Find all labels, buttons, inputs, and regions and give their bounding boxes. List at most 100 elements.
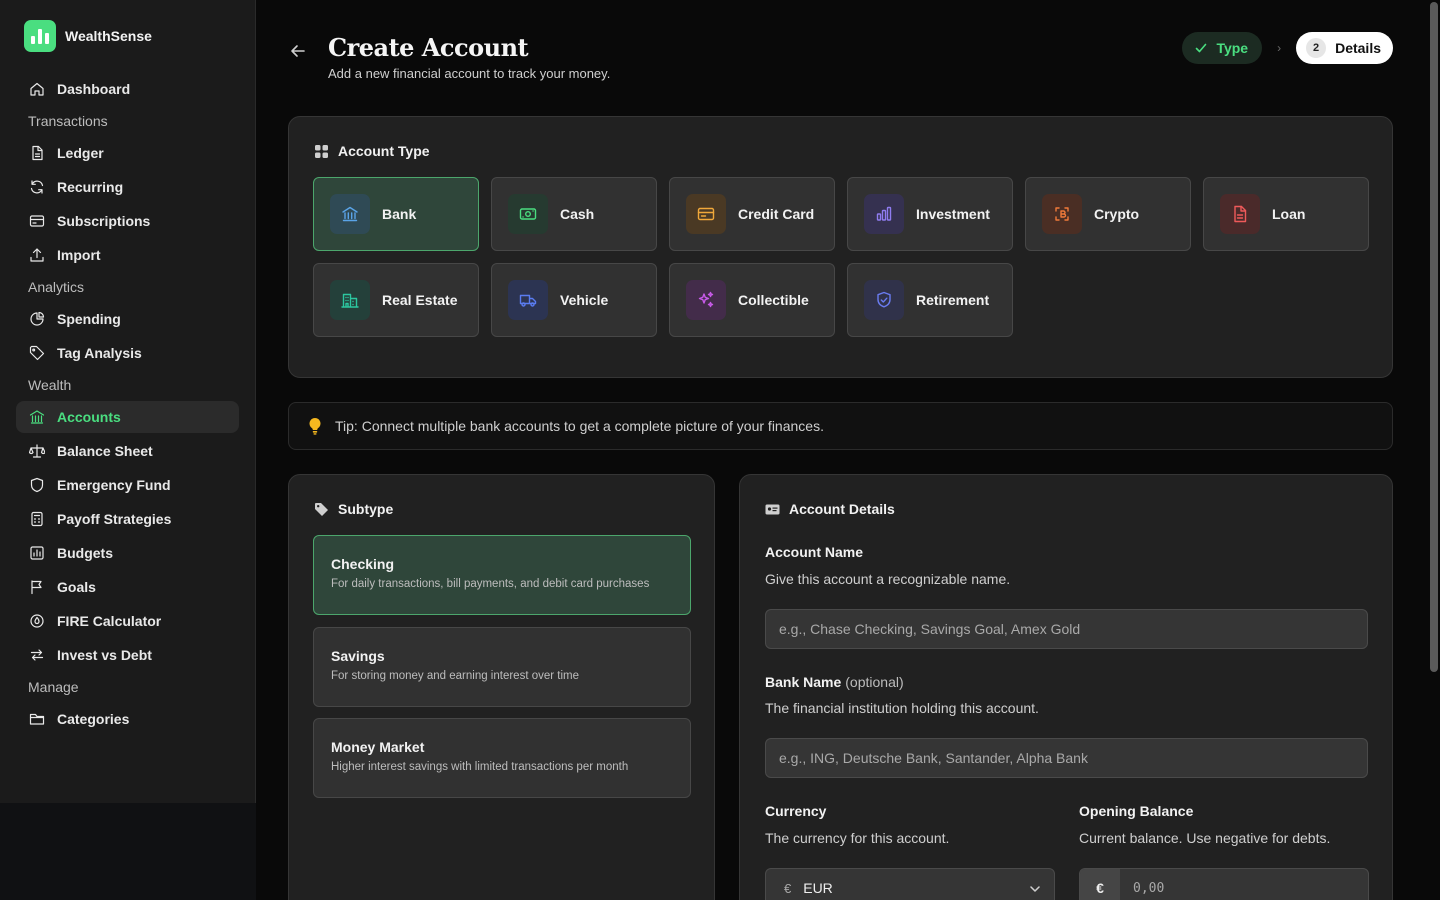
sidebar-item-subscriptions[interactable]: Subscriptions (16, 205, 239, 237)
sparkles-icon (698, 291, 714, 308)
app-name: WealthSense (65, 28, 152, 44)
account-type-label: Crypto (1094, 206, 1140, 222)
sidebar-item-payoff-strategies[interactable]: Payoff Strategies (16, 503, 239, 535)
nav-section-transactions: Transactions (28, 113, 108, 129)
sidebar-item-label: FIRE Calculator (57, 613, 162, 629)
step-details[interactable]: 2 Details (1296, 32, 1393, 64)
subtype-name: Savings (331, 648, 385, 664)
logo-icon (24, 20, 56, 52)
currency-help: The currency for this account. (765, 830, 950, 846)
step-number: 2 (1306, 38, 1327, 58)
sidebar-item-categories[interactable]: Categories (16, 703, 239, 735)
sidebar-item-label: Goals (57, 579, 96, 595)
account-type-icon-bg (864, 194, 904, 234)
sidebar-item-label: Ledger (57, 145, 104, 161)
account-type-real-estate[interactable]: Real Estate (313, 263, 479, 337)
subtype-option-savings[interactable]: Savings For storing money and earning int… (313, 627, 691, 707)
sidebar-item-emergency-fund[interactable]: Emergency Fund (16, 469, 239, 501)
currency-select[interactable]: € EUR (765, 868, 1055, 900)
sidebar-item-invest-vs-debt[interactable]: Invest vs Debt (16, 639, 239, 671)
credit-card-icon (697, 207, 715, 221)
card-icon (29, 215, 45, 227)
arrows-icon (30, 649, 44, 661)
truck-icon (519, 294, 537, 307)
subtype-heading: Subtype (314, 501, 393, 517)
sidebar-item-fire-calculator[interactable]: FIRE Calculator (16, 605, 239, 637)
calculator-icon (31, 511, 43, 527)
flag-icon (31, 580, 42, 595)
account-type-icon-bg (508, 280, 548, 320)
subtype-title: Subtype (338, 501, 394, 517)
brand[interactable]: WealthSense (24, 20, 152, 52)
bank-icon (29, 410, 45, 424)
account-type-credit-card[interactable]: Credit Card (669, 177, 835, 251)
sidebar-item-tag-analysis[interactable]: Tag Analysis (16, 337, 239, 369)
sidebar-item-label: Recurring (57, 179, 124, 195)
subtype-option-money-market[interactable]: Money Market Higher interest savings with… (313, 718, 691, 798)
opening-balance-input[interactable] (1120, 869, 1368, 900)
lightbulb-icon (309, 417, 321, 435)
pie-icon (30, 311, 45, 326)
account-details-heading: Account Details (765, 501, 895, 517)
subtype-name: Money Market (331, 739, 425, 755)
building-icon (341, 293, 359, 308)
sidebar-item-label: Dashboard (57, 81, 131, 97)
account-details-title: Account Details (789, 501, 895, 517)
page-subtitle: Add a new financial account to track you… (328, 66, 611, 81)
account-type-label: Cash (560, 206, 595, 222)
account-type-cash[interactable]: Cash (491, 177, 657, 251)
account-type-collectible[interactable]: Collectible (669, 263, 835, 337)
file-icon (32, 145, 43, 161)
step-type[interactable]: Type (1182, 32, 1263, 64)
subtype-option-checking[interactable]: Checking For daily transactions, bill pay… (313, 535, 691, 615)
account-type-crypto[interactable]: Crypto (1025, 177, 1191, 251)
refresh-icon (30, 180, 44, 194)
sidebar-item-label: Balance Sheet (57, 443, 153, 459)
sidebar-item-budgets[interactable]: Budgets (16, 537, 239, 569)
sidebar-item-balance-sheet[interactable]: Balance Sheet (16, 435, 239, 467)
account-type-bank[interactable]: Bank (313, 177, 479, 251)
account-type-label: Loan (1272, 206, 1306, 222)
bank-name-label: Bank Name (optional) (765, 674, 904, 690)
euro-icon: € (784, 880, 792, 896)
sidebar-item-label: Payoff Strategies (57, 511, 172, 527)
sidebar-footer (0, 803, 256, 900)
account-type-label: Bank (382, 206, 417, 222)
sidebar-item-ledger[interactable]: Ledger (16, 137, 239, 169)
page-title: Create Account (328, 33, 529, 62)
stepper: Type › 2 Details (1182, 32, 1393, 64)
document-icon (1234, 205, 1247, 223)
sidebar-item-label: Import (57, 247, 101, 263)
account-type-panel: Account Type Bank Cash Credit Card Investme… (288, 116, 1393, 378)
sidebar-item-label: Categories (57, 711, 130, 727)
account-type-grid: Bank Cash Credit Card Investment Crypto Loan R… (313, 177, 1369, 337)
sidebar-item-label: Subscriptions (57, 213, 151, 229)
opening-balance-label: Opening Balance (1079, 803, 1194, 819)
account-type-icon-bg (1042, 194, 1082, 234)
bank-name-input[interactable] (765, 738, 1368, 778)
account-name-help: Give this account a recognizable name. (765, 571, 1011, 587)
account-type-label: Investment (916, 206, 990, 222)
sidebar-item-goals[interactable]: Goals (16, 571, 239, 603)
page-scrollbar[interactable] (1430, 2, 1438, 672)
account-type-heading: Account Type (314, 143, 430, 159)
account-type-retirement[interactable]: Retirement (847, 263, 1013, 337)
account-type-vehicle[interactable]: Vehicle (491, 263, 657, 337)
account-type-label: Real Estate (382, 292, 458, 308)
bank-name-help: The financial institution holding this a… (765, 700, 1039, 716)
sidebar-item-spending[interactable]: Spending (16, 303, 239, 335)
subtype-description: Higher interest savings with limited tra… (331, 761, 629, 773)
back-arrow-icon[interactable] (288, 41, 308, 61)
account-details-panel: Account Details Account Name Give this a… (739, 474, 1393, 900)
account-type-title: Account Type (338, 143, 430, 159)
sidebar-item-label: Accounts (57, 409, 121, 425)
sidebar-item-recurring[interactable]: Recurring (16, 171, 239, 203)
nav-section-wealth: Wealth (28, 377, 72, 393)
account-name-input[interactable] (765, 609, 1368, 649)
crypto-icon (1055, 207, 1069, 221)
sidebar-item-accounts[interactable]: Accounts (16, 401, 239, 433)
sidebar-item-import[interactable]: Import (16, 239, 239, 271)
sidebar-item-dashboard[interactable]: Dashboard (16, 73, 239, 105)
account-type-loan[interactable]: Loan (1203, 177, 1369, 251)
account-type-investment[interactable]: Investment (847, 177, 1013, 251)
